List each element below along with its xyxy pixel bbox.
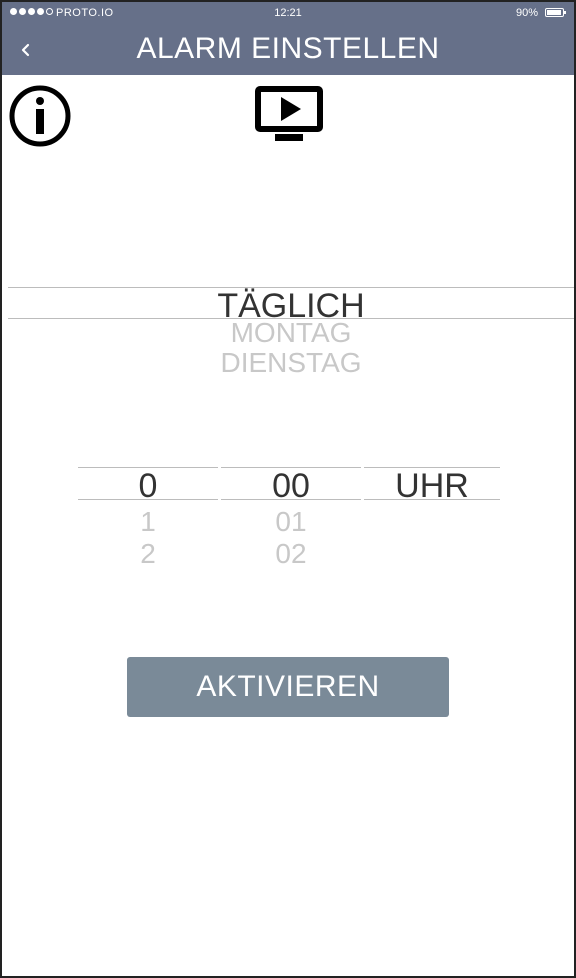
unit-column: UHR xyxy=(364,467,500,506)
day-option[interactable]: DIENSTAG xyxy=(8,347,574,379)
status-bar: PROTO.IO 12:21 90% xyxy=(2,2,574,24)
phone-frame: PROTO.IO 12:21 90% ALARM EINSTELLEN TÄGL… xyxy=(0,0,576,978)
minute-wheel[interactable]: 00 01 02 xyxy=(221,467,361,570)
header: PROTO.IO 12:21 90% ALARM EINSTELLEN xyxy=(2,2,574,75)
time-unit-label: UHR xyxy=(395,467,469,505)
minute-option[interactable]: 02 xyxy=(221,538,361,570)
status-time: 12:21 xyxy=(274,7,302,19)
activate-button[interactable]: AKTIVIEREN xyxy=(127,657,449,717)
time-picker[interactable]: 0 1 2 00 01 02 UHR xyxy=(78,467,500,570)
hour-wheel[interactable]: 0 1 2 xyxy=(78,467,218,570)
battery-percentage: 90% xyxy=(515,7,538,19)
battery-icon xyxy=(545,8,566,17)
hour-option[interactable]: 1 xyxy=(78,506,218,538)
day-option[interactable]: MONTAG xyxy=(8,317,574,349)
hour-option[interactable]: 2 xyxy=(78,538,218,570)
page-title: ALARM EINSTELLEN xyxy=(136,32,440,65)
tv-play-icon[interactable] xyxy=(253,84,325,144)
day-picker[interactable]: TÄGLICH MONTAG DIENSTAG xyxy=(8,287,574,387)
hour-option-selected[interactable]: 0 xyxy=(78,467,218,506)
info-icon[interactable] xyxy=(8,84,72,148)
minute-option[interactable]: 01 xyxy=(221,506,361,538)
minute-option-selected[interactable]: 00 xyxy=(221,467,361,506)
